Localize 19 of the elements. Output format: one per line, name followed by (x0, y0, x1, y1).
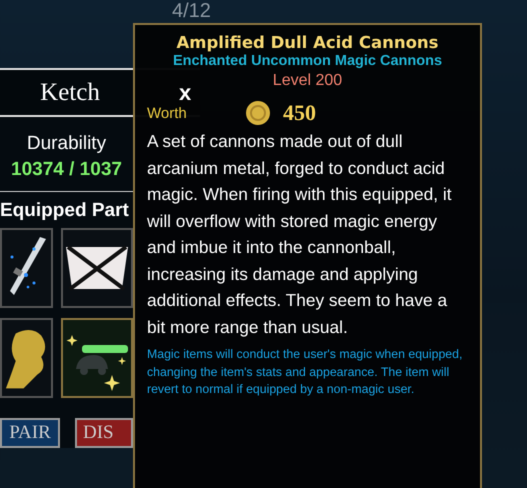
magic-note: Magic items will conduct the user's magic when equipped, changing the item's stats and appearance. The item will revert to normal if equipped by a non-magic user. (147, 346, 464, 398)
dismiss-button[interactable]: DIS (75, 418, 133, 448)
item-description: A set of cannons made out of dull arcanium metal, forged to conduct acid magic. When firing with this equipped, it will overflow with stored magic energy and imbue it into the cannonball, increasing its damage and applying additional effects. They seem to have a bit more range than usual. (147, 130, 452, 339)
part-slot[interactable] (61, 228, 133, 308)
worth-value: 450 (283, 100, 316, 126)
item-level: Level 200 (272, 72, 342, 90)
part-slot[interactable] (0, 318, 53, 398)
repair-button[interactable]: PAIR (0, 418, 60, 448)
item-title: Amplified Dull Acid Cannons (176, 33, 438, 52)
ship-name: Ketch (40, 78, 100, 106)
durability-value: 10374 / 1037 (11, 159, 122, 181)
durability-label: Durability (26, 133, 106, 155)
section-title: Equipped Part (0, 200, 129, 222)
page-counter: 4/12 (172, 0, 211, 23)
part-slot[interactable] (61, 318, 133, 398)
crossed-sail-icon (64, 243, 130, 293)
coin-icon (245, 100, 271, 126)
part-slot[interactable] (0, 228, 53, 308)
item-subtitle: Enchanted Uncommon Magic Cannons (172, 53, 442, 69)
